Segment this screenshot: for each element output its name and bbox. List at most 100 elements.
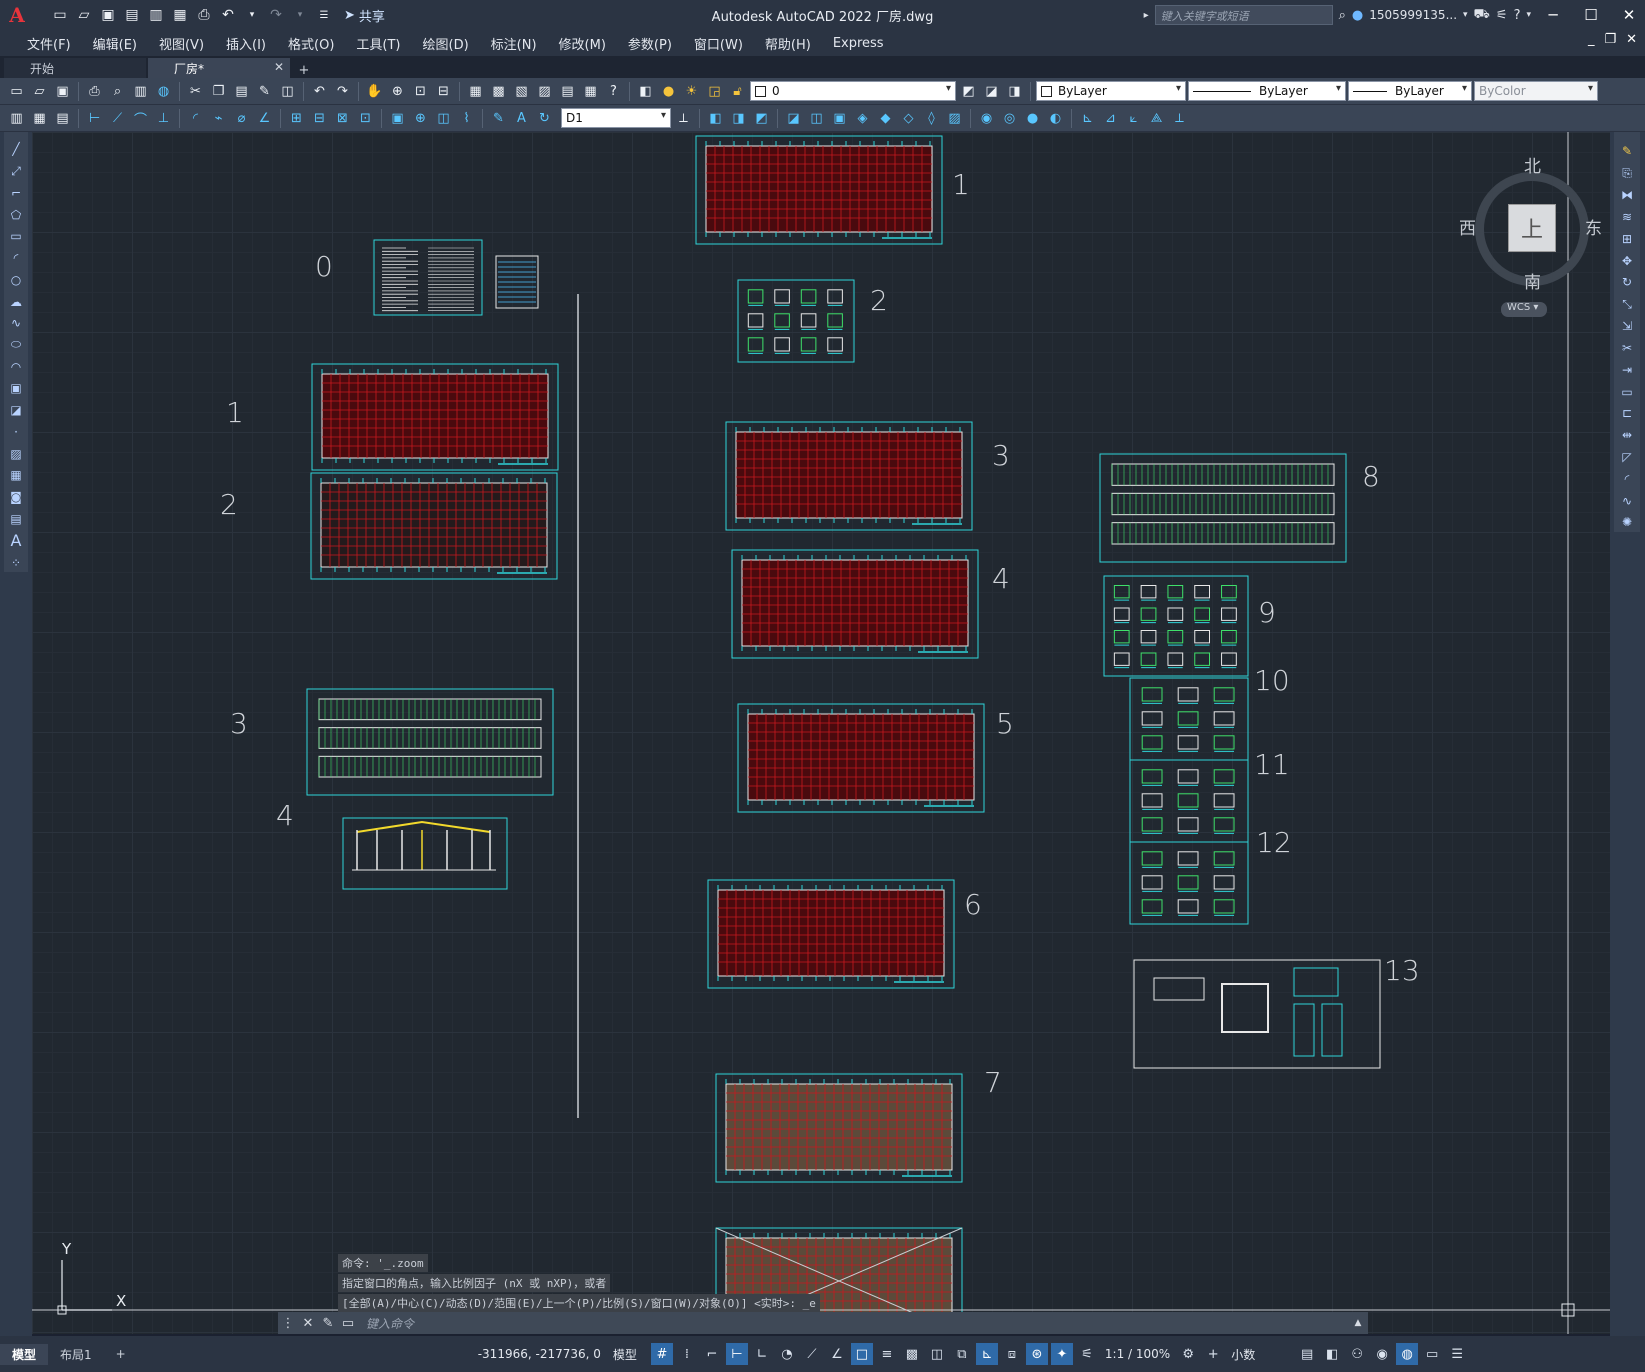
- view-right-icon[interactable]: ◪: [783, 108, 804, 129]
- erase-icon[interactable]: ✎: [1617, 142, 1637, 161]
- view-sw-iso-icon[interactable]: ◈: [852, 108, 873, 129]
- redo-icon[interactable]: ↷: [332, 81, 353, 102]
- close-command-line-icon[interactable]: ✕: [298, 1316, 318, 1331]
- spline-icon[interactable]: ∿: [6, 314, 26, 333]
- pan-icon[interactable]: ✋: [364, 81, 385, 102]
- dimstyle-dropdown[interactable]: D1 ▾: [561, 108, 671, 128]
- undo-icon[interactable]: ↶: [309, 81, 330, 102]
- visual-style-hidden-icon[interactable]: ◎: [999, 108, 1020, 129]
- audit-icon[interactable]: ▤: [52, 108, 73, 129]
- viewcube[interactable]: 北 南 西 东 上: [1459, 150, 1602, 300]
- maximize-button[interactable]: ☐: [1575, 0, 1607, 30]
- compass-south-label[interactable]: 南: [1524, 268, 1541, 293]
- export-icon[interactable]: ▦: [170, 5, 190, 25]
- add-selected-icon[interactable]: ⁘: [6, 553, 26, 572]
- app-store-icon[interactable]: ⚟: [1496, 8, 1508, 23]
- plot-icon[interactable]: ⎙: [194, 5, 214, 25]
- snap-icon[interactable]: ⁞: [676, 1343, 698, 1365]
- zoom-realtime-icon[interactable]: ⊕: [387, 81, 408, 102]
- visual-style-wire-icon[interactable]: ◉: [976, 108, 997, 129]
- menu-parametric[interactable]: 参数(P): [617, 34, 683, 53]
- clean-screen-icon[interactable]: ◍: [1396, 1343, 1419, 1365]
- customize-command-icon[interactable]: ✎: [318, 1316, 338, 1331]
- publish-icon[interactable]: ▥: [146, 5, 166, 25]
- add-layout-icon[interactable]: +: [104, 1345, 138, 1363]
- view-left-icon[interactable]: ◩: [751, 108, 772, 129]
- wcs-menu[interactable]: WCS ▾: [1501, 302, 1547, 317]
- menu-view[interactable]: 视图(V): [148, 34, 215, 53]
- gradient-icon[interactable]: ▦: [6, 466, 26, 485]
- copy-object-icon[interactable]: ⎘: [1617, 164, 1637, 183]
- selection-cycling-icon[interactable]: ◫: [926, 1343, 948, 1365]
- units-dropdown[interactable]: 小数: [1227, 1346, 1293, 1363]
- plot-icon[interactable]: ⎙: [84, 81, 105, 102]
- drawing-canvas[interactable]: 北 南 西 东 上 WCS ▾ 0 1 2 3 4 1 2 3 4 5 6 7 …: [32, 132, 1610, 1334]
- tab-current-drawing[interactable]: 厂房* ✕: [148, 58, 290, 78]
- arc-length-icon[interactable]: ⌒: [130, 108, 151, 129]
- point-icon[interactable]: ·: [6, 423, 26, 442]
- quick-dim-icon[interactable]: ⊞: [286, 108, 307, 129]
- break-at-point-icon[interactable]: ▭: [1617, 382, 1637, 401]
- doc-restore-icon[interactable]: ❐: [1604, 32, 1616, 47]
- ucs-world-icon[interactable]: ⊿: [1100, 108, 1121, 129]
- layer-dropdown[interactable]: 0 ▾: [750, 81, 956, 101]
- dynamic-ucs-icon[interactable]: ⊾: [975, 1343, 998, 1365]
- jogged-dim-icon[interactable]: ⌁: [208, 108, 229, 129]
- doc-close-icon[interactable]: ✕: [1626, 32, 1637, 47]
- diameter-dim-icon[interactable]: ⌀: [231, 108, 252, 129]
- tab-start[interactable]: 开始: [4, 58, 146, 78]
- menu-tools[interactable]: 工具(T): [345, 34, 411, 53]
- rectangle-icon[interactable]: ▭: [6, 227, 26, 246]
- design-center-icon[interactable]: ▩: [488, 81, 509, 102]
- view-top-icon[interactable]: ◧: [705, 108, 726, 129]
- cut-icon[interactable]: ✂: [185, 81, 206, 102]
- view-ne-iso-icon[interactable]: ◇: [898, 108, 919, 129]
- rotate-icon[interactable]: ↻: [1617, 273, 1637, 292]
- layer-properties-icon[interactable]: ◧: [635, 81, 656, 102]
- user-icon[interactable]: ●: [1352, 8, 1363, 23]
- menu-insert[interactable]: 插入(I): [215, 34, 277, 53]
- cursor-coordinates[interactable]: -311966, -217736, 0: [478, 1347, 601, 1361]
- open-icon[interactable]: ▱: [29, 81, 50, 102]
- annotation-visibility-icon[interactable]: ✦: [1050, 1343, 1073, 1365]
- undo-icon[interactable]: ↶: [218, 5, 238, 25]
- infer-constraints-icon[interactable]: ⌐: [701, 1343, 723, 1365]
- tolerance-icon[interactable]: ▣: [387, 108, 408, 129]
- redo-icon[interactable]: ↷: [266, 5, 286, 25]
- move-icon[interactable]: ✥: [1617, 251, 1637, 270]
- ellipse-arc-icon[interactable]: ◠: [6, 357, 26, 376]
- construction-line-icon[interactable]: ⤢: [6, 162, 26, 181]
- aligned-dim-icon[interactable]: ⟋: [107, 108, 128, 129]
- help-icon[interactable]: ?: [1514, 8, 1521, 23]
- polyline-icon[interactable]: ⌐: [6, 183, 26, 202]
- inspect-icon[interactable]: ◫: [433, 108, 454, 129]
- customize-qat-icon[interactable]: ☰: [314, 5, 334, 25]
- multiline-text-icon[interactable]: A: [6, 531, 26, 550]
- lock-ui-icon[interactable]: ◧: [1321, 1343, 1343, 1365]
- ucs-icon[interactable]: ⊾: [1077, 108, 1098, 129]
- stretch-icon[interactable]: ⇲: [1617, 317, 1637, 336]
- zoom-window-icon[interactable]: ⊡: [410, 81, 431, 102]
- join-icon[interactable]: ⇹: [1617, 426, 1637, 445]
- annotation-scale[interactable]: 1:1 / 100%: [1101, 1347, 1174, 1361]
- compass-west-label[interactable]: 西: [1459, 214, 1476, 239]
- paste-icon[interactable]: ▤: [231, 81, 252, 102]
- camera-icon[interactable]: ▨: [944, 108, 965, 129]
- center-mark-icon[interactable]: ⊕: [410, 108, 431, 129]
- design-web-icon[interactable]: ◍: [153, 81, 174, 102]
- dimstyle-manager-icon[interactable]: ⟂: [673, 108, 694, 129]
- dynamic-input-icon[interactable]: ⊢: [725, 1343, 748, 1365]
- redo-dropdown-icon[interactable]: ▾: [290, 5, 310, 25]
- offset-icon[interactable]: ≋: [1617, 207, 1637, 226]
- selection-filter-icon[interactable]: ⧈: [1001, 1343, 1023, 1365]
- publish-icon[interactable]: ▥: [130, 81, 151, 102]
- layer-viewport-icon[interactable]: ◲: [704, 81, 725, 102]
- layer-freeze-icon[interactable]: ☀: [681, 81, 702, 102]
- ordinate-dim-icon[interactable]: ⊥: [153, 108, 174, 129]
- view-front-icon[interactable]: ◫: [806, 108, 827, 129]
- command-line-grip-icon[interactable]: ⋮: [278, 1316, 298, 1331]
- continue-dim-icon[interactable]: ⊠: [332, 108, 353, 129]
- menu-dimension[interactable]: 标注(N): [480, 34, 548, 53]
- tab-layout1[interactable]: 布局1: [48, 1344, 104, 1365]
- ucs-previous-icon[interactable]: ⟀: [1123, 108, 1144, 129]
